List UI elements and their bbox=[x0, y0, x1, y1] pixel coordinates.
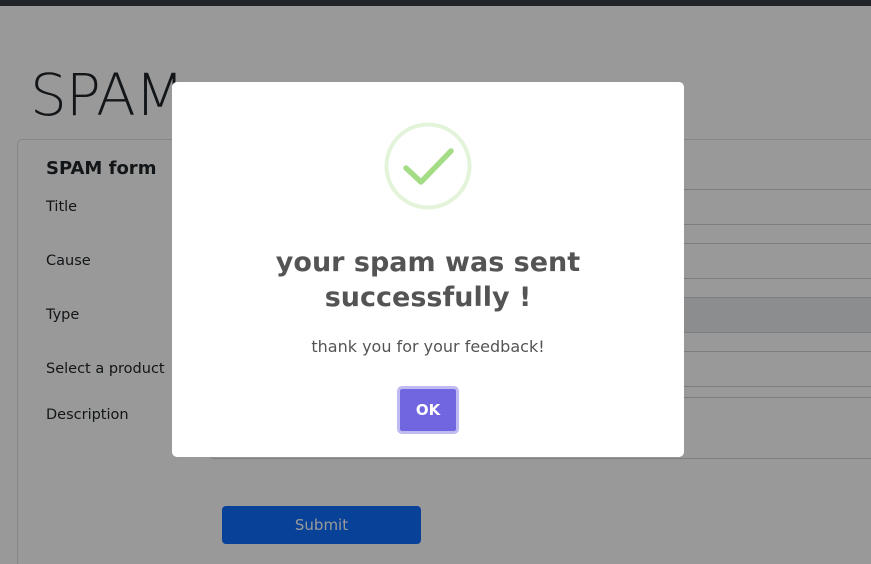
success-dialog: your spam was sent successfully ! thank … bbox=[172, 82, 684, 457]
page: SPAM SPAM form Title Cause Type Select a… bbox=[0, 0, 871, 564]
dialog-title: your spam was sent successfully ! bbox=[275, 247, 581, 313]
ok-button[interactable]: OK bbox=[397, 386, 459, 434]
success-check-icon bbox=[384, 122, 472, 210]
dialog-message: thank you for your feedback! bbox=[311, 337, 545, 356]
